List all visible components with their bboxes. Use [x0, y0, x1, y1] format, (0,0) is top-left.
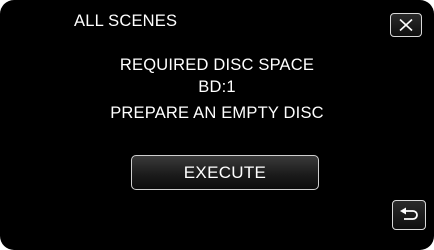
close-button[interactable] — [390, 13, 422, 37]
camera-screen: ALL SCENES REQUIRED DISC SPACE BD:1 PREP… — [0, 0, 434, 250]
close-icon — [398, 18, 414, 32]
back-button[interactable] — [392, 200, 426, 230]
required-space-label: REQUIRED DISC SPACE — [119, 56, 315, 74]
screen-title: ALL SCENES — [74, 12, 178, 30]
prepare-disc-instruction: PREPARE AN EMPTY DISC — [110, 104, 324, 122]
dialog-panel: ALL SCENES REQUIRED DISC SPACE BD:1 PREP… — [0, 0, 434, 250]
disc-count-value: BD:1 — [198, 78, 236, 96]
return-arrow-icon — [399, 207, 419, 223]
execute-button[interactable]: EXECUTE — [131, 155, 319, 190]
